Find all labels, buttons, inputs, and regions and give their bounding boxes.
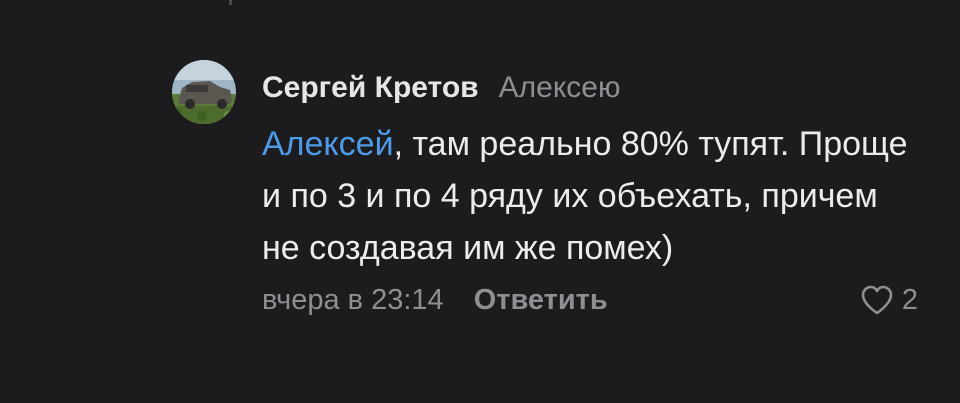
- like-count: 2: [901, 284, 918, 316]
- avatar-photo: [172, 60, 236, 124]
- comment-footer: вчера в 23:14 Ответить 2: [262, 280, 932, 320]
- reply-button[interactable]: Ответить: [474, 284, 608, 316]
- avatar[interactable]: [172, 60, 236, 124]
- comment-header: Сергей Кретов Алексею: [262, 60, 932, 116]
- like-button[interactable]: 2: [860, 280, 918, 320]
- heart-outline-icon: [861, 285, 893, 315]
- mention-link[interactable]: Алексей: [262, 125, 394, 163]
- reply-to-name[interactable]: Алексею: [499, 71, 621, 104]
- comment-content: Сергей Кретов Алексею Алексей, там реальн…: [262, 60, 932, 320]
- author-name[interactable]: Сергей Кретов: [262, 71, 479, 104]
- comment-text: Алексей, там реально 80% тупят. Проще и …: [262, 118, 922, 274]
- timestamp: вчера в 23:14: [262, 284, 444, 316]
- previous-item-edge: [229, 0, 232, 5]
